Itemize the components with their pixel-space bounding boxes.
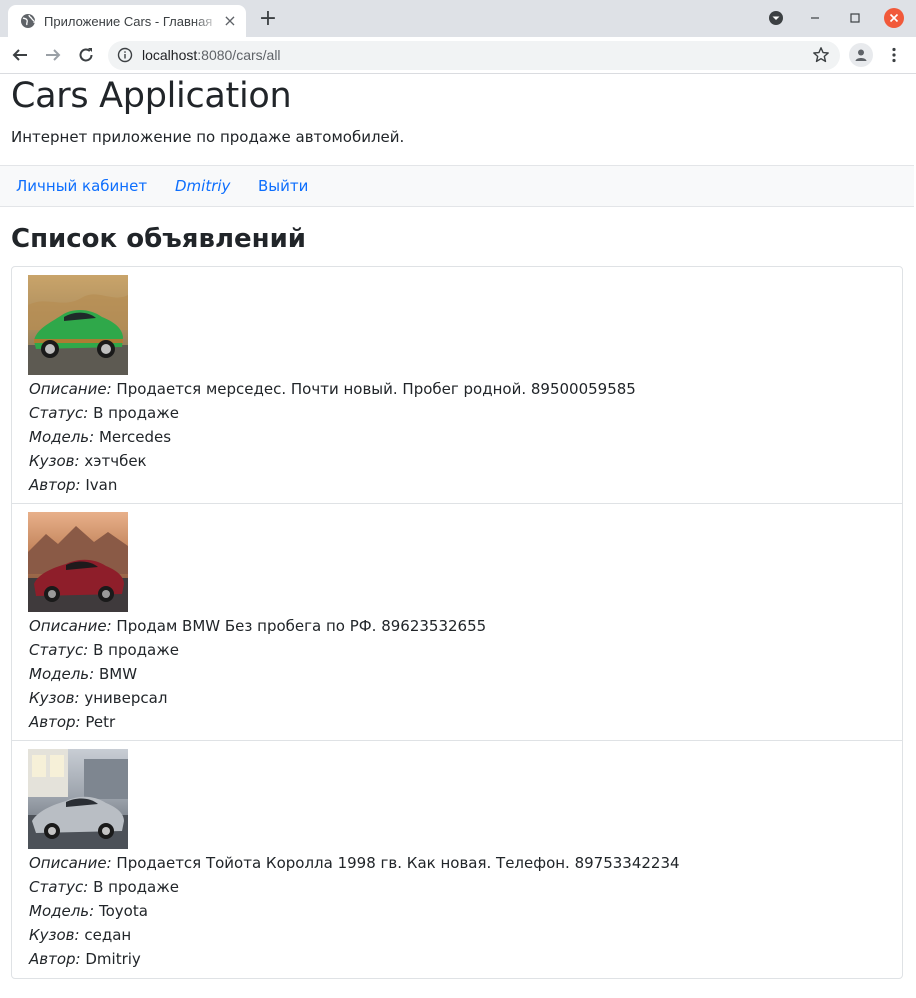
site-title: Cars Application: [11, 76, 292, 116]
ad-body: Кузов: хэтчбек: [29, 449, 636, 473]
model-label: Модель:: [29, 665, 95, 683]
ad-description: Описание: Продается мерседес. Почти новы…: [29, 377, 636, 401]
status-value: В продаже: [93, 878, 179, 896]
globe-icon: [20, 13, 36, 29]
description-label: Описание:: [29, 380, 112, 398]
body-label: Кузов:: [29, 452, 80, 470]
back-arrow-icon[interactable]: [8, 43, 32, 67]
new-tab-icon[interactable]: +: [256, 8, 280, 32]
body-value: универсал: [84, 689, 168, 707]
model-value: Mercedes: [98, 428, 172, 446]
description-value: Продам BMW Без пробега по РФ. 8962353265…: [116, 617, 487, 635]
body-label: Кузов:: [29, 689, 80, 707]
ad-item: Описание: Продается Тойота Королла 1998 …: [12, 741, 902, 978]
tab-close-icon[interactable]: ×: [222, 13, 238, 29]
ad-author: Автор: Petr: [29, 710, 486, 734]
ads-list: Описание: Продается мерседес. Почти новы…: [11, 266, 903, 979]
author-label: Автор:: [29, 476, 81, 494]
info-icon[interactable]: [117, 47, 133, 63]
description-value: Продается мерседес. Почти новый. Пробег …: [116, 380, 636, 398]
author-label: Автор:: [29, 713, 81, 731]
body-value: седан: [84, 926, 132, 944]
author-value: Dmitriy: [85, 950, 141, 968]
red-coupe-photo-icon[interactable]: [28, 512, 128, 612]
ad-status: Статус: В продаже: [29, 875, 680, 899]
author-value: Petr: [85, 713, 116, 731]
maximize-icon[interactable]: [843, 6, 867, 30]
list-title: Список объявлений: [11, 224, 307, 254]
ad-description: Описание: Продается Тойота Королла 1998 …: [29, 851, 680, 875]
status-value: В продаже: [93, 641, 179, 659]
ad-author: Автор: Ivan: [29, 473, 636, 497]
ad-status: Статус: В продаже: [29, 401, 636, 425]
browser-tab[interactable]: Приложение Cars - Главная ×: [8, 5, 246, 37]
nav-link-user[interactable]: Dmitriy: [175, 177, 230, 195]
author-value: Ivan: [85, 476, 118, 494]
ad-model: Модель: BMW: [29, 662, 486, 686]
profile-avatar-icon[interactable]: [849, 43, 873, 67]
model-value: BMW: [98, 665, 138, 683]
ad-body: Кузов: универсал: [29, 686, 486, 710]
description-value: Продается Тойота Королла 1998 гв. Как но…: [116, 854, 680, 872]
model-label: Модель:: [29, 428, 95, 446]
silver-coupe-photo-icon[interactable]: [28, 749, 128, 849]
nav-link-cabinet[interactable]: Личный кабинет: [16, 177, 147, 195]
ad-model: Модель: Mercedes: [29, 425, 636, 449]
site-navbar: Личный кабинет Dmitriy Выйти: [0, 165, 914, 207]
status-label: Статус:: [29, 641, 89, 659]
ad-body: Кузов: седан: [29, 923, 680, 947]
page-content: Cars Application Интернет приложение по …: [0, 75, 916, 998]
site-subtitle: Интернет приложение по продаже автомобил…: [11, 128, 405, 146]
ad-fields: Описание: Продается мерседес. Почти новы…: [29, 377, 636, 497]
ad-fields: Описание: Продам BMW Без пробега по РФ. …: [29, 614, 486, 734]
bookmark-star-icon[interactable]: [812, 46, 830, 64]
ad-item: Описание: Продам BMW Без пробега по РФ. …: [12, 504, 902, 741]
description-label: Описание:: [29, 854, 112, 872]
browser-menu-icon[interactable]: [882, 43, 906, 67]
body-label: Кузов:: [29, 926, 80, 944]
tab-search-icon[interactable]: [764, 6, 788, 30]
body-value: хэтчбек: [84, 452, 147, 470]
ad-fields: Описание: Продается Тойота Королла 1998 …: [29, 851, 680, 971]
ad-description: Описание: Продам BMW Без пробега по РФ. …: [29, 614, 486, 638]
nav-link-logout[interactable]: Выйти: [258, 177, 308, 195]
green-sports-car-photo-icon[interactable]: [28, 275, 128, 375]
ad-model: Модель: Toyota: [29, 899, 680, 923]
author-label: Автор:: [29, 950, 81, 968]
url-host: localhost: [142, 47, 198, 63]
ad-item: Описание: Продается мерседес. Почти новы…: [12, 267, 902, 504]
ad-status: Статус: В продаже: [29, 638, 486, 662]
status-label: Статус:: [29, 878, 89, 896]
description-label: Описание:: [29, 617, 112, 635]
url-text: localhost:8080/cars/all: [142, 47, 281, 63]
ad-author: Автор: Dmitriy: [29, 947, 680, 971]
browser-tab-strip: Приложение Cars - Главная × +: [0, 0, 916, 37]
minimize-icon[interactable]: [803, 6, 827, 30]
tab-title: Приложение Cars - Главная: [44, 13, 213, 29]
model-label: Модель:: [29, 902, 95, 920]
forward-arrow-icon[interactable]: [41, 43, 65, 67]
url-path: :8080/cars/all: [197, 47, 281, 63]
address-bar[interactable]: localhost:8080/cars/all: [108, 41, 840, 70]
status-label: Статус:: [29, 404, 89, 422]
browser-toolbar: localhost:8080/cars/all: [0, 37, 916, 74]
reload-icon[interactable]: [74, 43, 98, 67]
window-close-icon[interactable]: [882, 6, 906, 30]
model-value: Toyota: [98, 902, 148, 920]
status-value: В продаже: [93, 404, 179, 422]
